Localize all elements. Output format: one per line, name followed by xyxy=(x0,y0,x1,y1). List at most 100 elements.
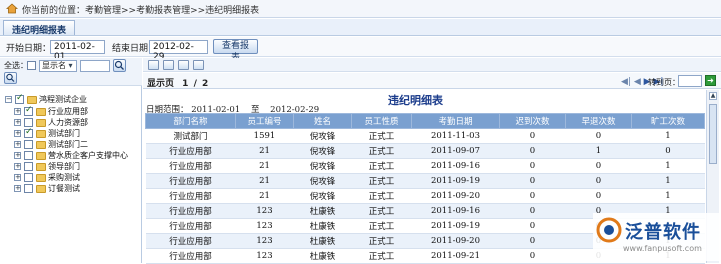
location-path[interactable]: 考勤管理>>考勤报表管理>>违纪明细报表 xyxy=(85,6,259,16)
refresh-icon[interactable] xyxy=(193,60,204,70)
end-date-input[interactable]: 2012-02-29 xyxy=(149,40,208,62)
tree-checkbox[interactable] xyxy=(24,173,33,182)
col-employee-id[interactable]: 员工编号 xyxy=(235,113,294,129)
expand-icon[interactable]: + xyxy=(14,152,21,159)
search-icon[interactable] xyxy=(113,59,126,72)
tree-checkbox[interactable] xyxy=(15,93,24,104)
display-name-value: 显示名 xyxy=(42,61,66,70)
col-attendance-date[interactable]: 考勤日期 xyxy=(411,113,500,129)
select-all-label: 全选： xyxy=(4,61,28,70)
table-row[interactable]: 行业应用部 21 倪攻锋 正式工 2011-09-19 0 0 1 xyxy=(145,173,705,189)
print-icon[interactable] xyxy=(163,60,174,70)
table-cell: 123 xyxy=(235,203,294,219)
display-name-select[interactable]: 显示名 ▾ xyxy=(39,60,77,72)
start-date-input[interactable]: 2011-02-01 xyxy=(50,40,105,62)
scroll-up-icon[interactable]: ▲ xyxy=(709,92,717,100)
expand-icon[interactable]: + xyxy=(14,108,21,115)
tree-node-label: 行业应用部 xyxy=(48,107,88,116)
tree-node[interactable]: + 营水质企客户支撑中心 xyxy=(14,150,140,161)
table-cell: 2011-09-16 xyxy=(411,158,500,174)
table-row[interactable]: 测试部门 1591 倪攻锋 正式工 2011-11-03 0 0 1 xyxy=(145,128,705,144)
title-strip xyxy=(0,19,721,36)
expand-icon[interactable]: + xyxy=(14,163,21,170)
table-cell: 正式工 xyxy=(351,218,412,234)
col-dept-name[interactable]: 部门名称 xyxy=(145,113,236,129)
prev-page-icon[interactable]: ◀ xyxy=(634,77,641,87)
folder-icon xyxy=(36,130,46,138)
col-early-leave-count[interactable]: 早退次数 xyxy=(565,113,632,129)
table-cell: 倪攻锋 xyxy=(293,158,352,174)
tree-node-label: 采购测试 xyxy=(48,173,80,182)
table-row[interactable]: 行业应用部 21 倪攻锋 正式工 2011-09-16 0 0 1 xyxy=(145,158,705,174)
folder-icon xyxy=(36,163,46,171)
table-cell: 行业应用部 xyxy=(145,188,236,204)
table-cell: 行业应用部 xyxy=(145,173,236,189)
tree-checkbox[interactable] xyxy=(24,184,33,193)
col-late-count[interactable]: 迟到次数 xyxy=(499,113,566,129)
first-page-icon[interactable]: ◀| xyxy=(621,77,631,87)
tree-node-label: 营水质企客户支撑中心 xyxy=(48,151,128,160)
export-icon[interactable] xyxy=(148,60,159,70)
table-cell: 测试部门 xyxy=(145,128,236,144)
tree-node[interactable]: + 人力资源部 xyxy=(14,117,140,128)
scroll-thumb[interactable] xyxy=(709,104,717,164)
col-employee-type[interactable]: 员工性质 xyxy=(351,113,412,129)
table-cell: 0 xyxy=(499,128,566,144)
tree-checkbox[interactable] xyxy=(24,151,33,160)
table-cell: 正式工 xyxy=(351,233,412,249)
tree-search-input[interactable] xyxy=(80,60,110,72)
table-cell: 正式工 xyxy=(351,158,412,174)
filter-bar xyxy=(0,37,721,57)
go-arrow-icon[interactable]: ➜ xyxy=(705,75,716,86)
tree-node[interactable]: + 行业应用部 xyxy=(14,105,140,117)
select-all-checkbox[interactable] xyxy=(27,61,36,70)
table-cell: 0 xyxy=(499,173,566,189)
tree-node-label: 测试部门 xyxy=(48,129,80,138)
table-cell: 0 xyxy=(565,158,632,174)
expand-icon[interactable]: + xyxy=(14,130,21,137)
org-tree-children: + 行业应用部 + 人力资源部 + 测试部门 + 测试部门二 + 营水质企客户支… xyxy=(14,105,140,194)
table-row[interactable]: 行业应用部 21 倪攻锋 正式工 2011-09-07 0 1 0 xyxy=(145,143,705,159)
table-cell: 2011-09-19 xyxy=(411,218,500,234)
table-cell: 0 xyxy=(499,158,566,174)
tree-node[interactable]: + 测试部门二 xyxy=(14,139,140,150)
tree-checkbox[interactable] xyxy=(24,118,33,127)
table-cell: 1 xyxy=(631,173,705,189)
col-absence-count[interactable]: 旷工次数 xyxy=(631,113,705,129)
tab-violation-report[interactable]: 违纪明细报表 xyxy=(3,20,76,36)
collapse-icon[interactable]: − xyxy=(5,96,12,103)
brand-logo-icon xyxy=(596,217,622,243)
folder-icon xyxy=(36,119,46,127)
tree-checkbox[interactable] xyxy=(24,140,33,149)
tree-checkbox[interactable] xyxy=(24,127,33,138)
tree-node[interactable]: + 领导部门 xyxy=(14,161,140,172)
table-cell: 0 xyxy=(499,188,566,204)
table-cell: 倪攻锋 xyxy=(293,173,352,189)
table-cell: 行业应用部 xyxy=(145,203,236,219)
tree-node[interactable]: + 测试部门 xyxy=(14,127,140,139)
goto-page-input[interactable] xyxy=(678,75,702,87)
expand-icon[interactable]: + xyxy=(14,185,21,192)
person-icon[interactable] xyxy=(178,60,189,70)
table-cell: 21 xyxy=(235,188,294,204)
table-cell: 21 xyxy=(235,143,294,159)
table-cell: 2011-09-21 xyxy=(411,248,500,264)
expand-icon[interactable]: + xyxy=(14,119,21,126)
table-cell: 0 xyxy=(631,143,705,159)
table-cell: 0 xyxy=(565,188,632,204)
search-button[interactable] xyxy=(4,72,17,84)
table-cell: 正式工 xyxy=(351,203,412,219)
expand-icon[interactable]: + xyxy=(14,141,21,148)
tree-node[interactable]: + 订餐测试 xyxy=(14,183,140,194)
table-cell: 1 xyxy=(631,158,705,174)
table-header-row: 部门名称 员工编号 姓名 员工性质 考勤日期 迟到次数 早退次数 旷工次数 xyxy=(145,113,705,129)
expand-icon[interactable]: + xyxy=(14,174,21,181)
tree-node[interactable]: + 采购测试 xyxy=(14,172,140,183)
view-report-button[interactable]: 查看报表 xyxy=(213,39,258,63)
table-row[interactable]: 行业应用部 21 倪攻锋 正式工 2011-09-20 0 0 1 xyxy=(145,188,705,204)
tree-checkbox[interactable] xyxy=(24,162,33,171)
table-cell: 杜康铁 xyxy=(293,233,352,249)
tree-checkbox[interactable] xyxy=(24,105,33,116)
table-cell: 行业应用部 xyxy=(145,158,236,174)
col-name[interactable]: 姓名 xyxy=(293,113,352,129)
